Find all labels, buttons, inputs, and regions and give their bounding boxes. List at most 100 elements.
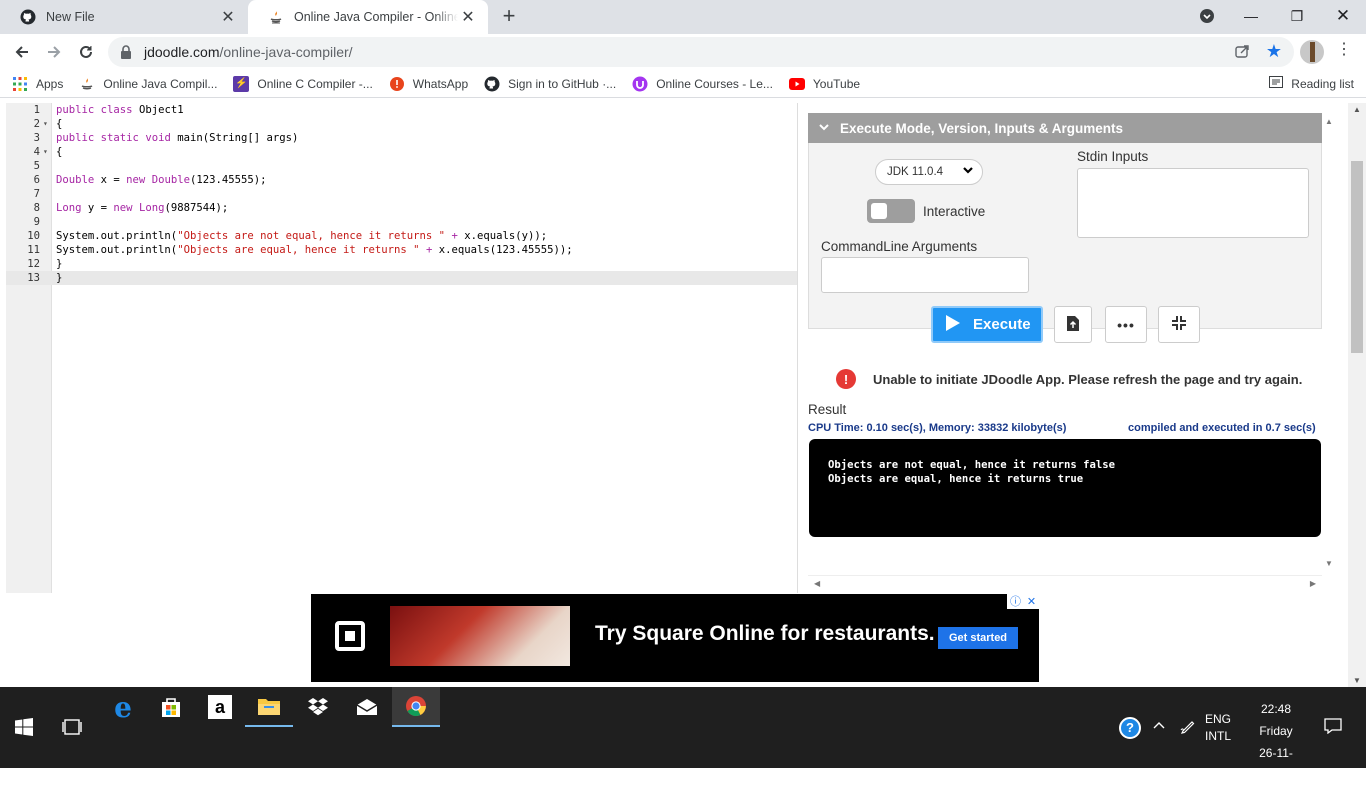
reload-icon[interactable] (72, 38, 100, 66)
close-icon[interactable]: ✕ (218, 7, 238, 27)
code-line[interactable]: 5 (6, 159, 797, 173)
upload-file-button[interactable] (1054, 306, 1092, 343)
tab-title: New File (46, 10, 95, 24)
code-line[interactable]: 2 ▾ { (6, 117, 797, 131)
jdk-version-select[interactable]: JDK 11.0.4 (875, 159, 983, 185)
line-number: 11 (27, 244, 40, 256)
code-line[interactable]: 9 (6, 215, 797, 229)
pen-icon[interactable] (1180, 718, 1196, 737)
code-line[interactable]: 6 Double x = new Double(123.45555); (6, 173, 797, 187)
chrome-icon[interactable] (392, 687, 440, 727)
fold-toggle-icon[interactable]: ▾ (43, 145, 48, 159)
chevron-up-icon[interactable] (1153, 719, 1165, 735)
tab-online-java-compiler[interactable]: Online Java Compiler - Online Ja ✕ (248, 0, 488, 34)
more-options-button[interactable]: ••• (1105, 306, 1147, 343)
code-text: Double x = new Double(123.45555); (56, 174, 267, 186)
line-number: 10 (27, 230, 40, 242)
fold-toggle-icon[interactable]: ▾ (43, 117, 48, 131)
page-content: 1 public class Object1 2 ▾{3 public static v… (0, 99, 1366, 687)
code-text: Long y = new Long(9887544); (56, 202, 229, 214)
scroll-up-icon[interactable]: ▲ (1325, 117, 1333, 126)
clock[interactable]: 22:48 Friday 26-11-2021 (1246, 698, 1306, 786)
code-line[interactable]: 1 public class Object1 (6, 103, 797, 117)
bookmark-whatsapp[interactable]: WhatsApp (389, 76, 468, 92)
ad-close-icon[interactable]: ✕ (1027, 595, 1036, 608)
code-line[interactable]: 13} (6, 271, 797, 285)
code-line[interactable]: 4 ▾ { (6, 145, 797, 159)
scroll-down-icon[interactable]: ▼ (1325, 559, 1333, 568)
code-line[interactable]: 3 public static void main(String[] args) (6, 131, 797, 145)
mail-icon[interactable] (343, 687, 391, 727)
profile-avatar[interactable] (1300, 40, 1324, 64)
bookmark-online-courses[interactable]: Online Courses - Le... (632, 76, 773, 92)
jdk-version-value: JDK 11.0.4 (887, 166, 944, 178)
scroll-left-icon[interactable]: ◀ (814, 579, 820, 588)
horizontal-scrollbar[interactable]: ◀ ▶ (808, 575, 1322, 591)
amazon-icon[interactable]: a (196, 687, 244, 727)
reading-list-icon (1269, 76, 1284, 91)
interactive-toggle[interactable] (867, 199, 915, 223)
store-icon[interactable] (147, 687, 195, 727)
code-line[interactable]: 10 System.out.println("Objects are not eq… (6, 229, 797, 243)
code-line[interactable]: 11 System.out.println("Objects are equal,… (6, 243, 797, 257)
ad-info-controls[interactable]: ⓘ ✕ (1007, 593, 1039, 609)
square-ad-banner[interactable]: Try Square Online for restaurants. Get s… (311, 593, 1039, 682)
bookmark-youtube[interactable]: YouTube (788, 76, 860, 92)
reading-list-button[interactable]: Reading list (1269, 76, 1354, 91)
execute-options-header[interactable]: Execute Mode, Version, Inputs & Argument… (808, 113, 1322, 143)
code-text: } (56, 258, 63, 270)
file-explorer-icon[interactable] (245, 687, 293, 727)
address-bar[interactable]: jdoodle.com/online-java-compiler/ ★ (108, 37, 1294, 67)
code-line[interactable]: 8 Long y = new Long(9887544); (6, 201, 797, 215)
apps-grid-icon (12, 76, 28, 92)
line-number: 3 (33, 132, 40, 144)
stdin-textarea[interactable] (1077, 168, 1309, 238)
scroll-down-icon[interactable]: ▼ (1353, 676, 1361, 685)
line-number: 9 (33, 216, 40, 228)
panel-vertical-scrollbar[interactable]: ▲ ▼ (1322, 113, 1336, 568)
task-view-icon[interactable] (48, 707, 96, 747)
scrollbar-thumb[interactable] (1351, 161, 1363, 353)
url-text: jdoodle.com/online-java-compiler/ (144, 44, 353, 60)
code-line[interactable]: 12} (6, 257, 797, 271)
code-text: { (56, 146, 63, 158)
dropbox-icon[interactable] (294, 687, 342, 727)
bookmark-online-c-compiler[interactable]: ⚡ Online C Compiler -... (233, 75, 373, 92)
code-line[interactable]: 7 (6, 187, 797, 201)
input-language[interactable]: ENG INTL (1205, 711, 1231, 745)
chevron-down-icon (962, 164, 974, 179)
bookmark-apps[interactable]: Apps (12, 76, 63, 92)
collapse-button[interactable] (1158, 306, 1200, 343)
ad-info-icon[interactable]: ⓘ (1010, 593, 1021, 609)
bookmark-online-java-compiler[interactable]: Online Java Compil... (79, 76, 217, 92)
code-text: public static void main(String[] args) (56, 132, 299, 144)
help-icon[interactable]: ? (1119, 717, 1141, 739)
windows-start-icon[interactable] (0, 707, 48, 747)
scroll-up-icon[interactable]: ▲ (1353, 105, 1361, 114)
minimize-icon[interactable]: — (1228, 0, 1274, 32)
cmd-args-input[interactable] (821, 257, 1029, 293)
notifications-icon[interactable] (1324, 718, 1342, 737)
cmd-args-label: CommandLine Arguments (821, 239, 978, 254)
scroll-right-icon[interactable]: ▶ (1310, 579, 1316, 588)
get-started-button[interactable]: Get started (938, 627, 1018, 649)
forward-icon[interactable] (40, 38, 68, 66)
output-console[interactable]: Objects are not equal, hence it returns … (809, 439, 1321, 537)
new-tab-icon[interactable]: + (497, 5, 521, 29)
bookmark-star-icon[interactable]: ★ (1266, 42, 1282, 60)
edge-icon[interactable]: e (99, 687, 147, 727)
bookmark-github[interactable]: Sign in to GitHub ·... (484, 76, 616, 92)
close-icon[interactable]: ✕ (458, 7, 478, 27)
compiled-info: compiled and executed in 0.7 sec(s) (1128, 422, 1316, 434)
back-icon[interactable] (8, 38, 36, 66)
close-window-icon[interactable]: ✕ (1320, 0, 1366, 32)
tab-new-file[interactable]: New File ✕ (0, 0, 248, 34)
bookmark-label: WhatsApp (412, 76, 469, 91)
execute-button[interactable]: Execute (931, 306, 1043, 343)
tab-search-icon[interactable] (1184, 0, 1230, 32)
menu-dots-icon[interactable]: ⋮ (1336, 42, 1352, 58)
code-editor[interactable]: 1 public class Object1 2 ▾{3 public static v… (6, 103, 798, 593)
restore-icon[interactable]: ❐ (1274, 0, 1320, 32)
share-icon[interactable] (1234, 43, 1250, 62)
page-scrollbar[interactable]: ▲ ▼ (1348, 103, 1366, 687)
